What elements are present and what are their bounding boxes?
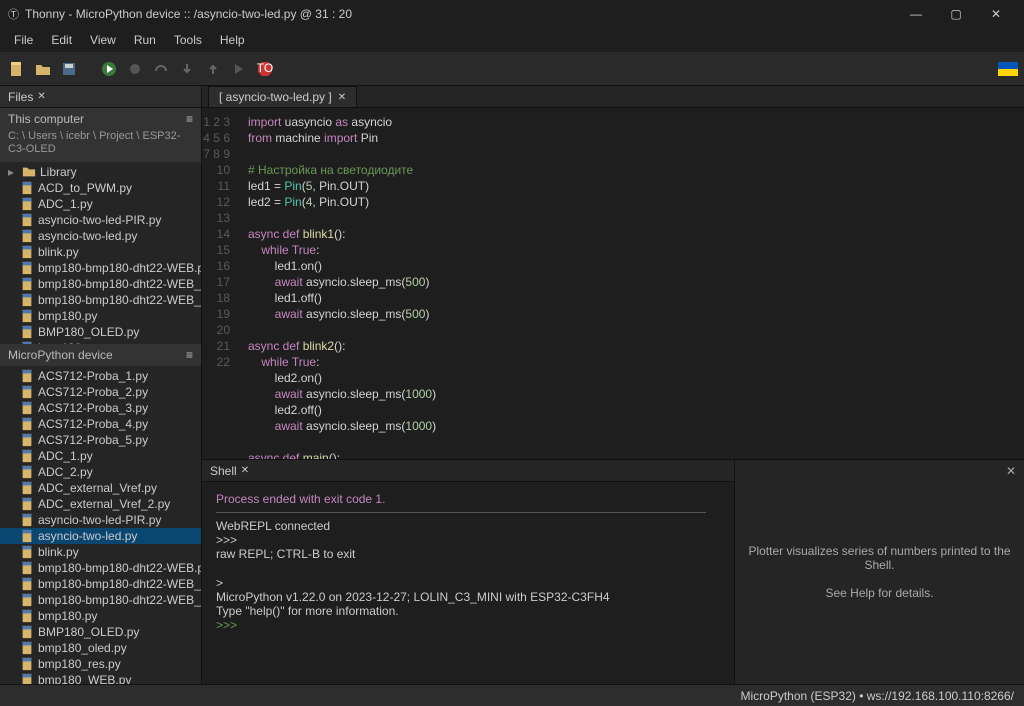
debug-icon[interactable]: [124, 58, 146, 80]
close-icon[interactable]: ✕: [338, 92, 346, 103]
device-file-tree[interactable]: ACS712-Proba_1.pyACS712-Proba_2.pyACS712…: [0, 366, 201, 684]
file-row[interactable]: blink.py: [0, 244, 201, 260]
close-button[interactable]: ✕: [976, 0, 1016, 28]
editor-area: [ asyncio-two-led.py ] ✕ 1 2 3 4 5 6 7 8…: [202, 86, 1024, 684]
maximize-button[interactable]: ▢: [936, 0, 976, 28]
file-row[interactable]: bmp180.py: [0, 308, 201, 324]
file-row[interactable]: bmp180_oled.py: [0, 640, 201, 656]
toolbar: STOP: [0, 52, 1024, 86]
file-row[interactable]: ADC_2.py: [0, 464, 201, 480]
editor-tab-label: [ asyncio-two-led.py ]: [219, 90, 332, 104]
step-over-icon[interactable]: [150, 58, 172, 80]
menu-icon[interactable]: ≡: [186, 112, 193, 126]
file-row[interactable]: ACS712-Proba_2.py: [0, 384, 201, 400]
file-row[interactable]: BMP180_OLED.py: [0, 324, 201, 340]
close-icon[interactable]: ✕: [37, 91, 45, 102]
folder-row[interactable]: ▸Library: [0, 164, 201, 180]
device-header[interactable]: MicroPython device≡: [0, 344, 201, 366]
menu-edit[interactable]: Edit: [43, 31, 80, 49]
stop-icon[interactable]: STOP: [254, 58, 276, 80]
status-bar[interactable]: MicroPython (ESP32) • ws://192.168.100.1…: [0, 684, 1024, 706]
app-logo: Ⓣ: [8, 6, 19, 22]
ukraine-flag-icon: [998, 62, 1018, 76]
svg-text:STOP: STOP: [257, 61, 273, 75]
file-row[interactable]: asyncio-two-led.py: [0, 528, 201, 544]
status-text: MicroPython (ESP32) • ws://192.168.100.1…: [741, 689, 1014, 703]
resume-icon[interactable]: [228, 58, 250, 80]
local-file-tree[interactable]: ▸LibraryACD_to_PWM.pyADC_1.pyasyncio-two…: [0, 162, 201, 344]
menu-run[interactable]: Run: [126, 31, 164, 49]
window-title: Thonny - MicroPython device :: /asyncio-…: [25, 7, 352, 21]
file-row[interactable]: bmp180-bmp180-dht22-WEB_v3.py: [0, 592, 201, 608]
sidebar: Files ✕ This computer≡ C: \ Users \ iceb…: [0, 86, 202, 684]
save-file-icon[interactable]: [58, 58, 80, 80]
new-file-icon[interactable]: [6, 58, 28, 80]
run-icon[interactable]: [98, 58, 120, 80]
file-row[interactable]: bmp180-bmp180-dht22-WEB_v2.py: [0, 276, 201, 292]
file-row[interactable]: bmp180.py: [0, 608, 201, 624]
file-row[interactable]: ADC_external_Vref_2.py: [0, 496, 201, 512]
file-row[interactable]: bmp180_res.py: [0, 656, 201, 672]
title-bar: Ⓣ Thonny - MicroPython device :: /asynci…: [0, 0, 1024, 28]
step-into-icon[interactable]: [176, 58, 198, 80]
menu-icon[interactable]: ≡: [186, 348, 193, 362]
file-row[interactable]: asyncio-two-led.py: [0, 228, 201, 244]
code-editor[interactable]: 1 2 3 4 5 6 7 8 9 10 11 12 13 14 15 16 1…: [202, 108, 1024, 459]
menu-tools[interactable]: Tools: [166, 31, 210, 49]
shell-panel: Shell ✕ Process ended with exit code 1. …: [202, 460, 734, 684]
this-computer-header[interactable]: This computer≡: [0, 108, 201, 130]
file-row[interactable]: ADC_1.py: [0, 196, 201, 212]
shell-output[interactable]: Process ended with exit code 1. WebREPL …: [202, 482, 734, 684]
step-out-icon[interactable]: [202, 58, 224, 80]
shell-prompt[interactable]: >>>: [216, 618, 720, 632]
menu-view[interactable]: View: [82, 31, 124, 49]
divider: [216, 512, 706, 513]
menu-help[interactable]: Help: [212, 31, 253, 49]
file-row[interactable]: ACS712-Proba_3.py: [0, 400, 201, 416]
editor-tabs: [ asyncio-two-led.py ] ✕: [202, 86, 1024, 108]
shell-tab[interactable]: Shell ✕: [202, 460, 734, 482]
file-row[interactable]: bmp180-bmp180-dht22-WEB_v2.py: [0, 576, 201, 592]
file-row[interactable]: asyncio-two-led-PIR.py: [0, 212, 201, 228]
breadcrumb[interactable]: C: \ Users \ icebr \ Project \ ESP32-C3-…: [0, 130, 201, 162]
file-row[interactable]: ACS712-Proba_5.py: [0, 432, 201, 448]
files-tab-label: Files: [8, 90, 33, 104]
file-row[interactable]: ACS712-Proba_4.py: [0, 416, 201, 432]
line-gutter: 1 2 3 4 5 6 7 8 9 10 11 12 13 14 15 16 1…: [202, 108, 238, 459]
close-icon[interactable]: ✕: [241, 465, 249, 476]
menu-file[interactable]: File: [6, 31, 41, 49]
file-row[interactable]: bmp180-bmp180-dht22-WEB.py: [0, 560, 201, 576]
plotter-panel: ✕ Plotter visualizes series of numbers p…: [734, 460, 1024, 684]
file-row[interactable]: bmp180-bmp180-dht22-WEB.py: [0, 260, 201, 276]
file-row[interactable]: bmp180_WEB.py: [0, 672, 201, 684]
file-row[interactable]: blink.py: [0, 544, 201, 560]
file-row[interactable]: ADC_1.py: [0, 448, 201, 464]
file-row[interactable]: ADC_external_Vref.py: [0, 480, 201, 496]
menu-bar: File Edit View Run Tools Help: [0, 28, 1024, 52]
editor-tab[interactable]: [ asyncio-two-led.py ] ✕: [208, 86, 357, 107]
file-row[interactable]: asyncio-two-led-PIR.py: [0, 512, 201, 528]
files-panel-tab[interactable]: Files ✕: [0, 86, 201, 108]
minimize-button[interactable]: —: [896, 0, 936, 28]
code-content[interactable]: import uasyncio as asyncio from machine …: [238, 108, 1024, 459]
file-row[interactable]: BMP180_OLED.py: [0, 624, 201, 640]
open-file-icon[interactable]: [32, 58, 54, 80]
file-row[interactable]: ACD_to_PWM.py: [0, 180, 201, 196]
close-icon[interactable]: ✕: [1006, 464, 1016, 478]
file-row[interactable]: bmp180-bmp180-dht22-WEB_v3.py: [0, 292, 201, 308]
file-row[interactable]: ACS712-Proba_1.py: [0, 368, 201, 384]
